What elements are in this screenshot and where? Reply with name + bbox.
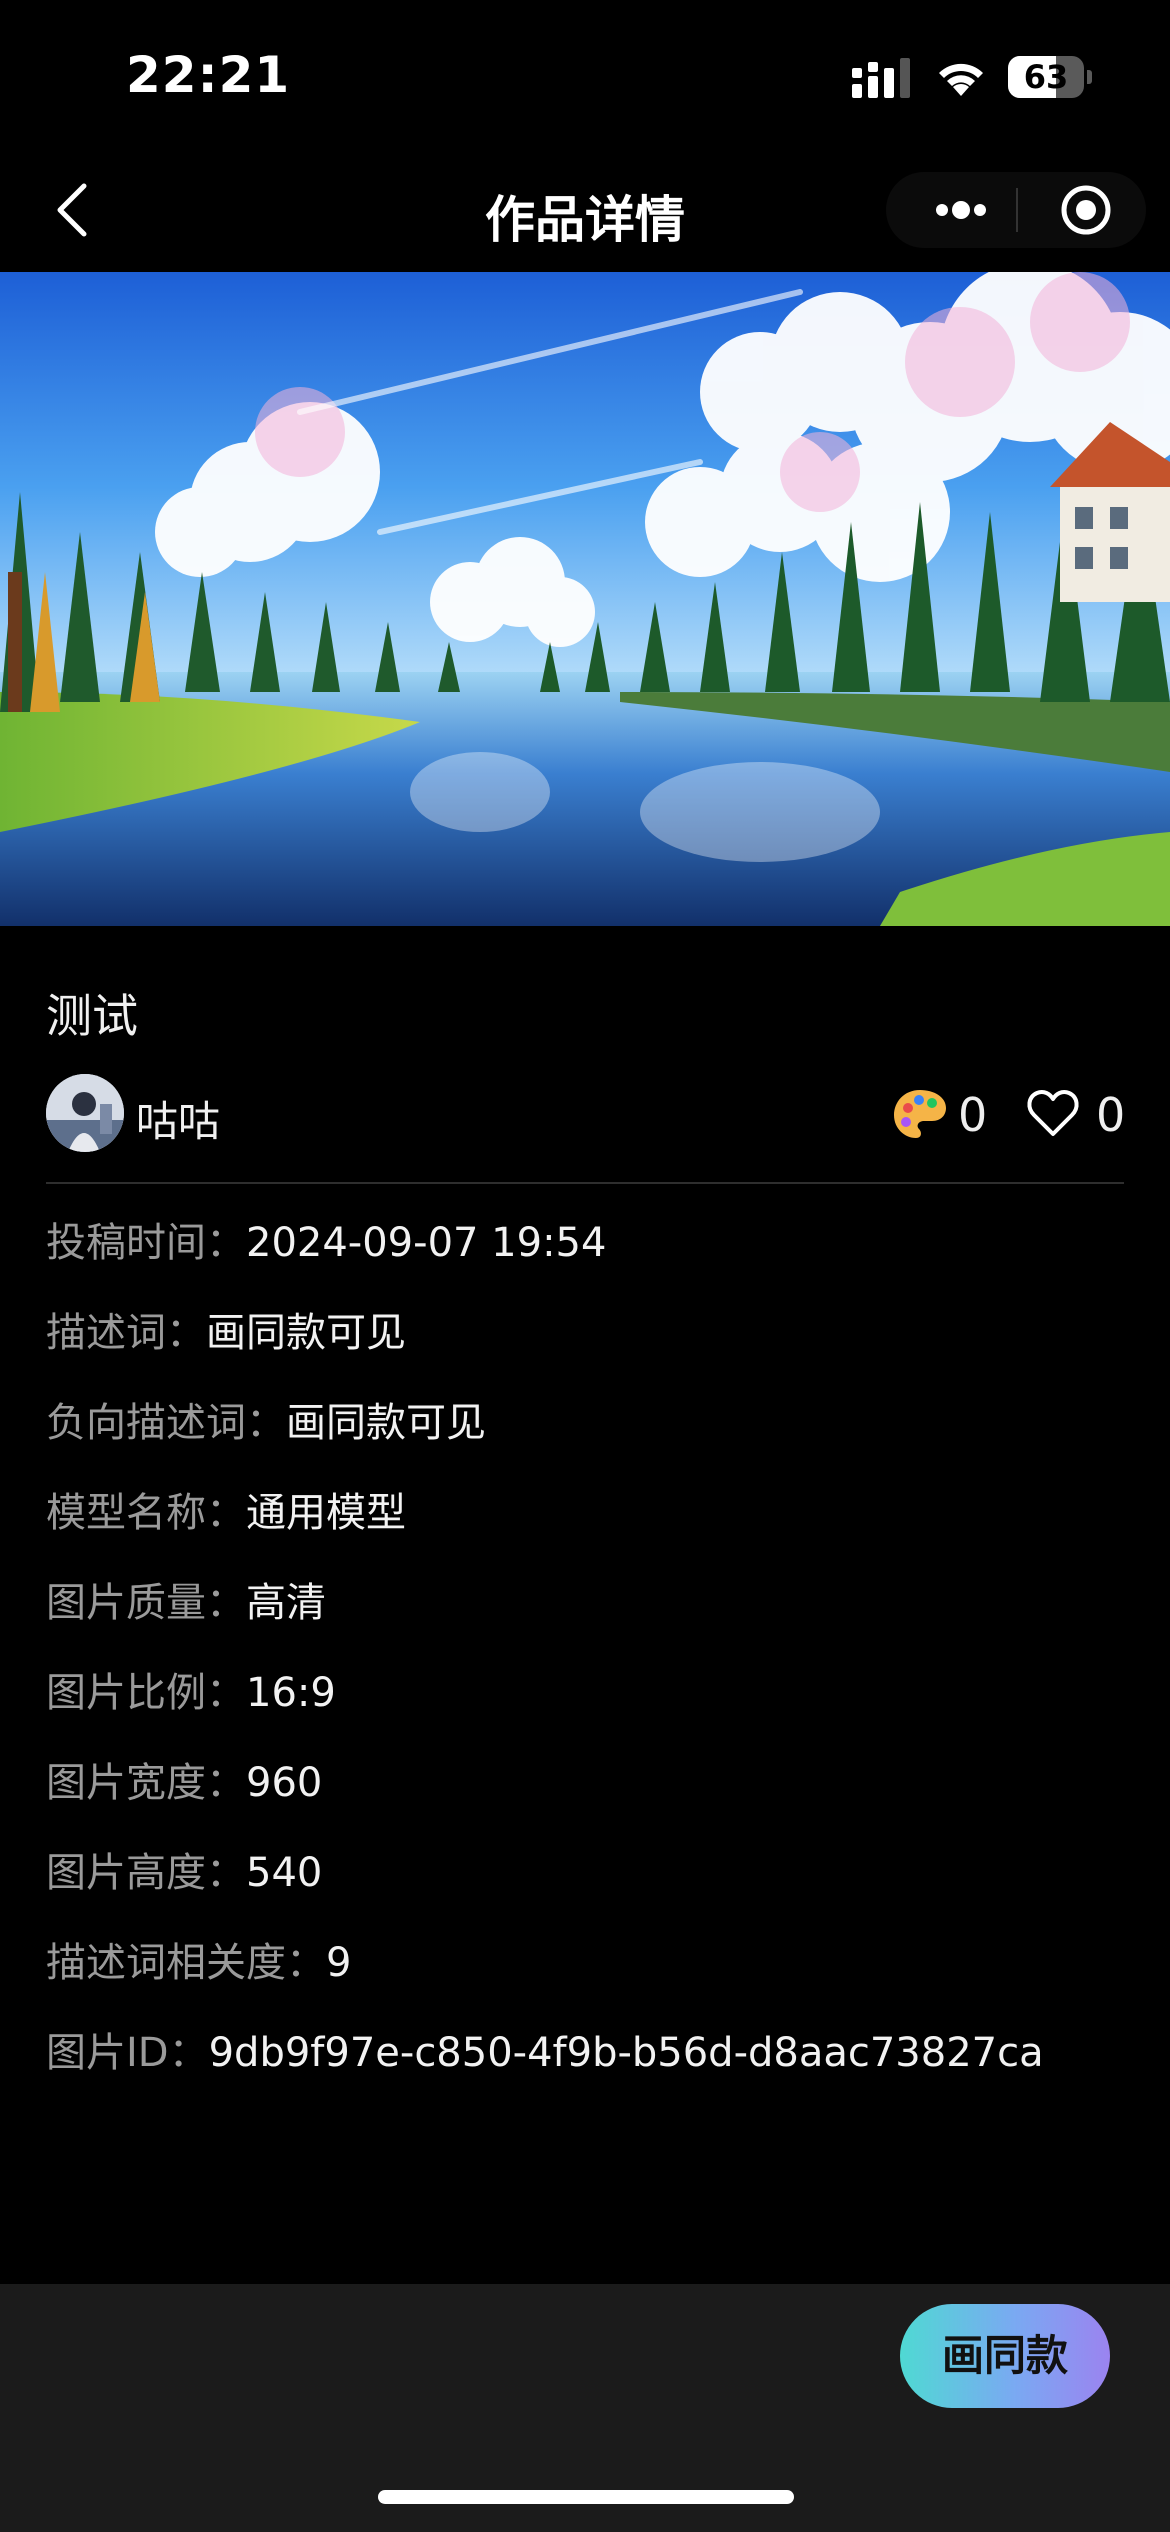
avatar[interactable] xyxy=(46,1074,124,1152)
detail-label: 图片ID： xyxy=(46,2030,209,2076)
landscape-image xyxy=(0,272,1170,926)
detail-value: 960 xyxy=(246,1760,323,1806)
palette-icon[interactable] xyxy=(892,1086,948,1142)
author-row: 咕咕 0 0 xyxy=(46,1074,1126,1154)
detail-row-image-id: 图片ID：9db9f97e-c850-4f9b-b56d-d8aac73827c… xyxy=(46,2024,1146,2114)
status-time: 22:21 xyxy=(126,46,291,104)
like-count: 0 xyxy=(1096,1088,1126,1142)
detail-row-relevance: 描述词相关度：9 xyxy=(46,1934,1146,2024)
nav-bar: 作品详情 xyxy=(0,150,1170,272)
detail-row-negative-prompt: 负向描述词：画同款可见 xyxy=(46,1394,1146,1484)
detail-label: 图片比例： xyxy=(46,1670,246,1716)
detail-label: 图片高度： xyxy=(46,1850,246,1896)
detail-label: 图片质量： xyxy=(46,1580,246,1626)
detail-row-quality: 图片质量：高清 xyxy=(46,1574,1146,1664)
detail-value: 9db9f97e-c850-4f9b-b56d-d8aac73827ca xyxy=(208,2030,1044,2076)
divider xyxy=(46,1182,1124,1184)
target-circle-icon[interactable] xyxy=(1034,172,1134,248)
detail-label: 图片宽度： xyxy=(46,1760,246,1806)
remix-count: 0 xyxy=(958,1088,988,1142)
heart-icon[interactable] xyxy=(1026,1088,1080,1138)
detail-row-submit-time: 投稿时间：2024-09-07 19:54 xyxy=(46,1214,1146,1304)
detail-value: 540 xyxy=(246,1850,323,1896)
detail-row-width: 图片宽度：960 xyxy=(46,1754,1146,1844)
detail-row-ratio: 图片比例：16:9 xyxy=(46,1664,1146,1754)
detail-row-height: 图片高度：540 xyxy=(46,1844,1146,1934)
work-title: 测试 xyxy=(46,989,138,1043)
detail-value: 9 xyxy=(326,1940,352,1986)
detail-value: 16:9 xyxy=(246,1670,336,1716)
more-dots-icon[interactable] xyxy=(906,172,1006,248)
battery-icon: 63 xyxy=(1008,56,1092,98)
detail-value: 2024-09-07 19:54 xyxy=(246,1220,607,1266)
detail-label: 描述词相关度： xyxy=(46,1940,326,1986)
detail-value: 通用模型 xyxy=(246,1490,406,1536)
home-indicator xyxy=(378,2490,794,2504)
detail-value: 高清 xyxy=(246,1580,326,1626)
detail-value: 画同款可见 xyxy=(206,1310,406,1356)
artwork-image[interactable] xyxy=(0,272,1170,926)
detail-value: 画同款可见 xyxy=(286,1400,486,1446)
detail-row-prompt: 描述词：画同款可见 xyxy=(46,1304,1146,1394)
detail-label: 模型名称： xyxy=(46,1490,246,1536)
detail-list: 投稿时间：2024-09-07 19:54 描述词：画同款可见 负向描述词：画同… xyxy=(46,1214,1146,2114)
detail-label: 负向描述词： xyxy=(46,1400,286,1446)
detail-label: 投稿时间： xyxy=(46,1220,246,1266)
mini-program-capsule xyxy=(886,172,1146,248)
signal-icon xyxy=(852,58,910,98)
draw-same-button[interactable]: 画同款 xyxy=(900,2304,1110,2408)
detail-label: 描述词： xyxy=(46,1310,206,1356)
status-bar: 22:21 63 xyxy=(0,0,1170,150)
detail-row-model: 模型名称：通用模型 xyxy=(46,1484,1146,1574)
capsule-divider xyxy=(1016,188,1018,232)
battery-level: 63 xyxy=(1023,58,1069,96)
wifi-icon xyxy=(939,63,983,96)
author-name[interactable]: 咕咕 xyxy=(136,1088,220,1149)
